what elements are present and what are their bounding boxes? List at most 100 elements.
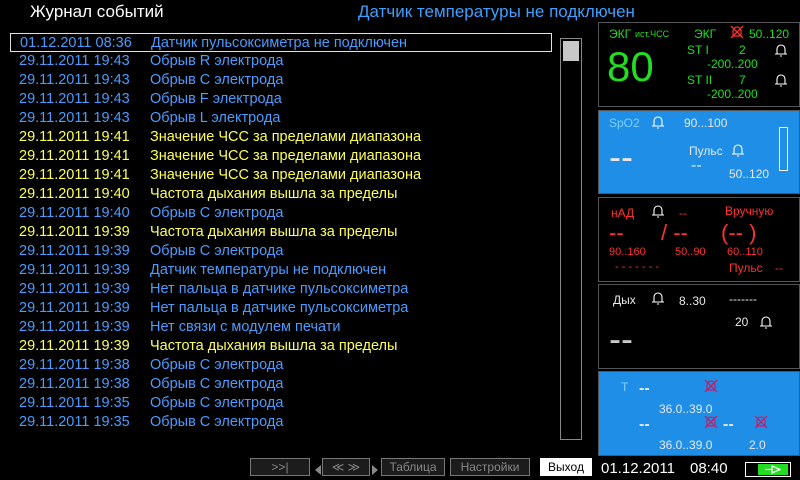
event-message: Значение ЧСС за пределами диапазона <box>150 148 422 164</box>
page-title: Журнал событий <box>30 2 164 21</box>
event-row[interactable]: 29.11.2011 19:39 Обрыв С электрода <box>10 242 552 261</box>
pulse-limits: 50..120 <box>729 167 770 181</box>
event-message: Значение ЧСС за пределами диапазона <box>150 129 422 145</box>
st2-limits: -200..200 <box>707 87 758 101</box>
event-message: Частота дыхания вышла за пределы <box>150 186 398 202</box>
spo2-label: SpO2 <box>609 116 640 130</box>
nibp-pulse-label: Пульс <box>729 261 763 275</box>
bell-icon <box>759 315 773 334</box>
spo2-limits: 90...100 <box>684 116 728 130</box>
apnea-dashes: ------- <box>729 292 757 306</box>
event-datetime: 29.11.2011 19:43 <box>19 53 130 69</box>
last-page-button[interactable]: >>| <box>250 458 310 476</box>
event-message: Обрыв L электрода <box>150 110 281 126</box>
event-row[interactable]: 29.11.2011 19:38 Обрыв С электрода <box>10 356 552 375</box>
nibp-pulse-value: -- <box>775 261 783 275</box>
event-row[interactable]: 29.11.2011 19:41 Значение ЧСС за пределам… <box>10 128 552 147</box>
event-row[interactable]: 29.11.2011 19:35 Обрыв С электрода <box>10 394 552 413</box>
event-datetime: 29.11.2011 19:41 <box>19 129 130 145</box>
st1-label: ST I <box>687 43 709 57</box>
event-row[interactable]: 29.11.2011 19:40 Частота дыхания вышла за… <box>10 185 552 204</box>
event-datetime: 29.11.2011 19:43 <box>19 110 130 126</box>
spo2-value: -- <box>609 136 633 177</box>
event-log-scrollbar[interactable] <box>560 38 582 440</box>
event-datetime: 29.11.2011 19:39 <box>19 338 130 354</box>
resp-panel[interactable]: Дых 8..30 ------- 20 -- <box>598 284 800 369</box>
ecg-panel[interactable]: ЭКГ ист.ЧСС 80 ЭКГ 50..120 ST I 2 -200..… <box>598 22 800 107</box>
muted-bell-icon <box>703 378 719 399</box>
event-datetime: 29.11.2011 19:35 <box>19 414 130 430</box>
battery-icon <box>745 462 791 477</box>
scroll-updown-button[interactable]: ≪ ≫ <box>322 458 370 476</box>
bell-icon <box>774 73 788 92</box>
st1-limits: -200..200 <box>707 57 758 71</box>
event-row[interactable]: 29.11.2011 19:35 Обрыв С электрода <box>10 413 552 432</box>
event-message: Нет пальца в датчике пульсоксиметра <box>150 281 409 297</box>
event-row[interactable]: 29.11.2011 19:39 Нет пальца в датчике пул… <box>10 280 552 299</box>
ecg-source: ист.ЧСС <box>635 29 670 39</box>
event-row[interactable]: 29.11.2011 19:41 Значение ЧСС за пределам… <box>10 147 552 166</box>
event-message: Обрыв С электрода <box>150 243 284 259</box>
event-datetime: 29.11.2011 19:38 <box>19 376 130 392</box>
event-row[interactable]: 29.11.2011 19:39 Нет пальца в датчике пул… <box>10 299 552 318</box>
nibp-panel[interactable]: нАД -- Вручную -- / -- (-- ) 90..160 50.… <box>598 197 800 282</box>
event-message: Обрыв С электрода <box>150 72 284 88</box>
event-datetime: 29.11.2011 19:35 <box>19 395 130 411</box>
nibp-time: - - - - - - - <box>615 261 659 273</box>
muted-bell-icon <box>753 414 769 435</box>
scrollbar-thumb[interactable] <box>563 41 579 61</box>
event-row[interactable]: 29.11.2011 19:43 Обрыв С электрода <box>10 71 552 90</box>
exit-button[interactable]: Выход <box>540 458 592 476</box>
event-message: Обрыв С электрода <box>150 414 284 430</box>
event-log-list[interactable]: 01.12.2011 08:36 Датчик пульсоксиметра не… <box>10 33 556 438</box>
temp-t2-value: -- <box>639 416 650 433</box>
scroll-right-arrow-icon[interactable] <box>371 462 379 480</box>
nibp-mode: Вручную <box>725 204 774 218</box>
temp-label: T <box>621 380 629 394</box>
resp-limits: 8..30 <box>679 294 706 308</box>
event-datetime: 29.11.2011 19:43 <box>19 91 130 107</box>
event-row[interactable]: 29.11.2011 19:43 Обрыв R электрода <box>10 52 552 71</box>
ecg-label-2: ЭКГ <box>694 27 717 41</box>
ecg-label: ЭКГ <box>609 27 632 41</box>
st1-value: 2 <box>739 43 746 57</box>
event-datetime: 29.11.2011 19:39 <box>19 262 130 278</box>
table-button[interactable]: Таблица <box>381 458 445 476</box>
nibp-sys: -- <box>609 220 624 245</box>
event-row[interactable]: 29.11.2011 19:38 Обрыв С электрода <box>10 375 552 394</box>
event-row[interactable]: 29.11.2011 19:39 Нет связи с модулем печа… <box>10 318 552 337</box>
pulse-label: Пульс <box>689 144 723 158</box>
scroll-left-arrow-icon[interactable] <box>314 462 322 480</box>
status-date: 01.12.2011 <box>601 460 675 477</box>
resp-label: Дых <box>613 293 636 307</box>
event-row[interactable]: 29.11.2011 19:39 Датчик температуры не по… <box>10 261 552 280</box>
hr-limits: 50..120 <box>749 27 790 41</box>
event-row[interactable]: 29.11.2011 19:39 Частота дыхания вышла за… <box>10 223 552 242</box>
bell-icon <box>731 143 745 162</box>
event-row[interactable]: 01.12.2011 08:36 Датчик пульсоксиметра не… <box>10 33 552 52</box>
event-message: Частота дыхания вышла за пределы <box>150 338 398 354</box>
event-row[interactable]: 29.11.2011 19:43 Обрыв L электрода <box>10 109 552 128</box>
temp-panel[interactable]: T -- 36.0..39.0 -- -- 36.0..39.0 2.0 <box>598 371 800 456</box>
temp-t2-limits: 36.0..39.0 <box>659 438 713 452</box>
st2-label: ST II <box>687 73 713 87</box>
spo2-panel[interactable]: SpO2 90...100 -- Пульс -- 50..120 <box>598 110 800 194</box>
event-row[interactable]: 29.11.2011 19:39 Частота дыхания вышла за… <box>10 337 552 356</box>
bell-icon <box>651 115 665 134</box>
apnea-value: 20 <box>735 315 749 329</box>
nibp-label: нАД <box>611 206 635 220</box>
event-row[interactable]: 29.11.2011 19:40 Обрыв С электрода <box>10 204 552 223</box>
event-message: Значение ЧСС за пределами диапазона <box>150 167 422 183</box>
resp-value: -- <box>609 318 633 359</box>
pleth-bar <box>779 127 788 171</box>
nibp-mean: (-- ) <box>721 220 757 245</box>
status-time: 08:40 <box>690 460 728 477</box>
event-row[interactable]: 29.11.2011 19:41 Значение ЧСС за пределам… <box>10 166 552 185</box>
nibp-status: -- <box>679 206 687 220</box>
event-datetime: 29.11.2011 19:40 <box>19 205 130 221</box>
event-datetime: 29.11.2011 19:39 <box>19 243 130 259</box>
event-datetime: 29.11.2011 19:38 <box>19 357 130 373</box>
settings-button[interactable]: Настройки <box>450 458 530 476</box>
event-row[interactable]: 29.11.2011 19:43 Обрыв F электрода <box>10 90 552 109</box>
muted-bell-icon <box>729 24 745 45</box>
